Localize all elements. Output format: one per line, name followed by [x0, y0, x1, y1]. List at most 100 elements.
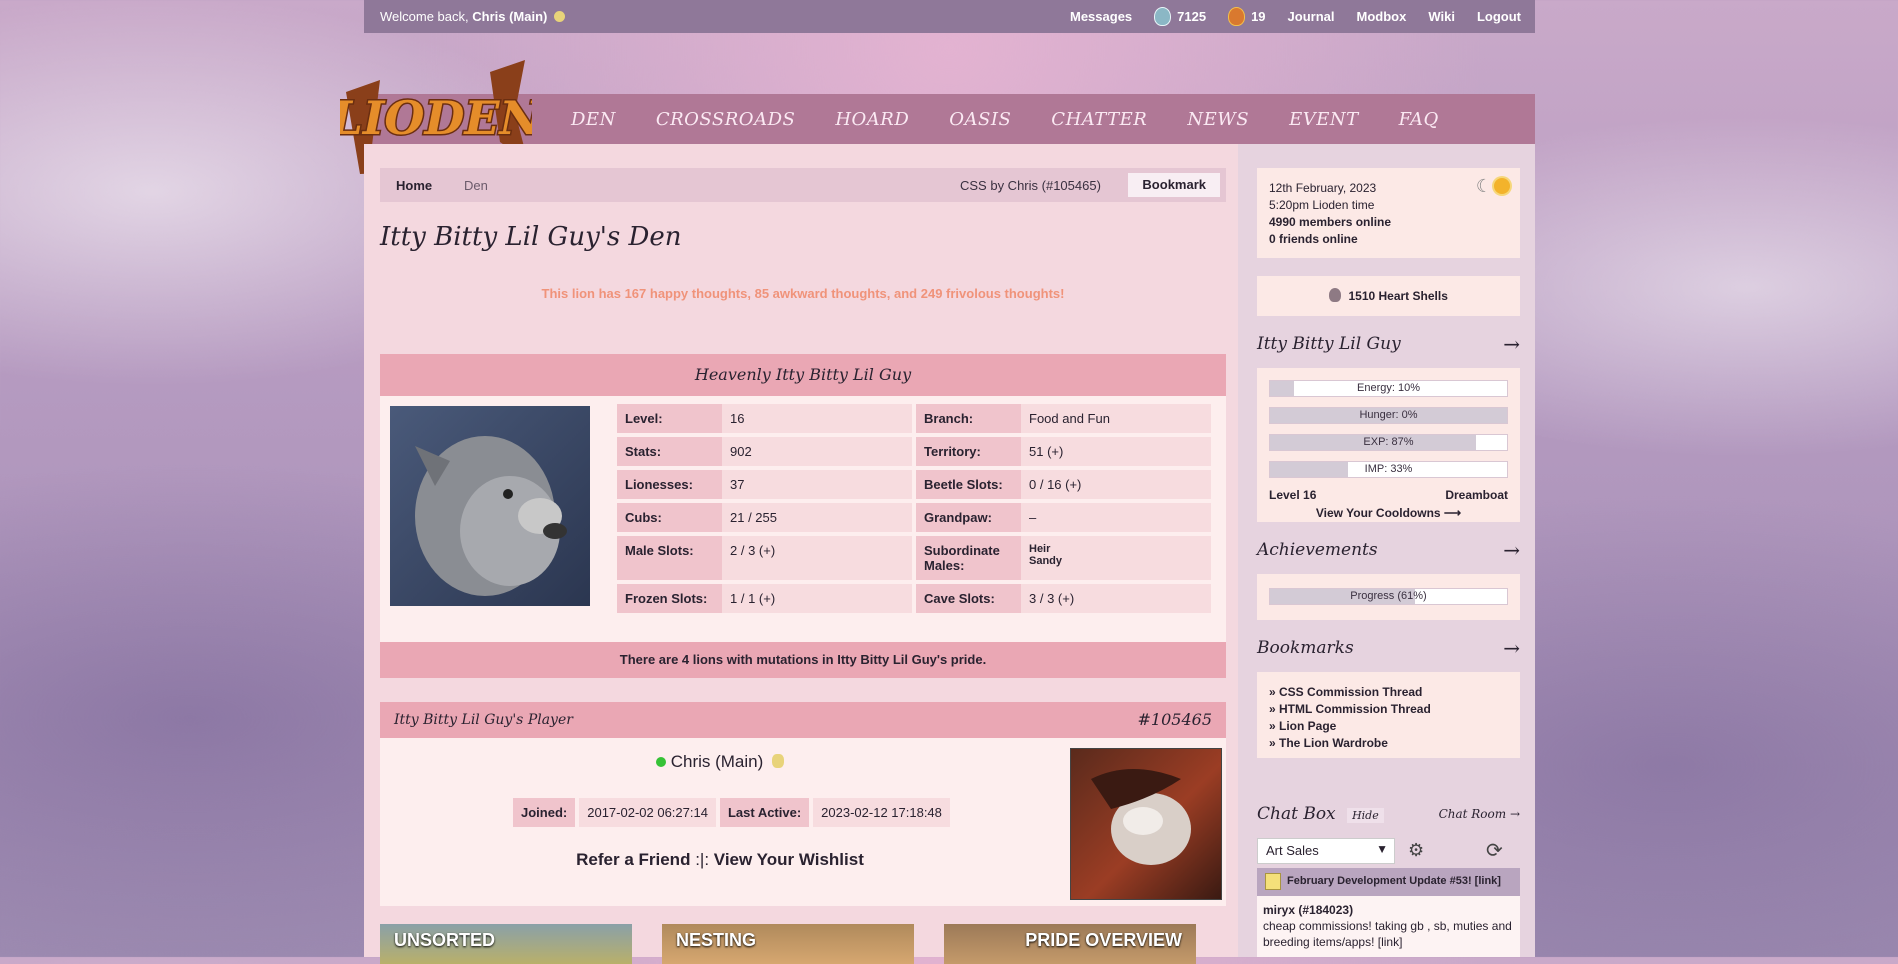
tile-nesting[interactable]: NESTING: [662, 924, 914, 964]
arrow-right-icon[interactable]: →: [1503, 636, 1520, 660]
stat-label: Lionesses:: [617, 470, 722, 499]
stat-cell: Cave Slots: 3 / 3 (+): [916, 584, 1211, 613]
stat-value[interactable]: 51 (+): [1021, 437, 1211, 466]
wiki-link[interactable]: Wiki: [1428, 9, 1455, 24]
beetles-counter[interactable]: 19: [1228, 7, 1266, 26]
mood-text: Dreamboat: [1445, 488, 1508, 502]
stat-value[interactable]: 2 / 3 (+): [722, 536, 912, 580]
breadcrumb-home[interactable]: Home: [396, 178, 432, 193]
stat-value[interactable]: 0 / 16 (+): [1021, 470, 1211, 499]
wishlist-link[interactable]: View Your Wishlist: [714, 850, 864, 869]
stat-label: Subordinate Males:: [916, 536, 1021, 580]
stat-label: Cubs:: [617, 503, 722, 532]
css-credit[interactable]: CSS by Chris (#105465): [960, 178, 1101, 193]
top-bar: Welcome back, Chris (Main) Messages 7125…: [364, 0, 1535, 33]
date-text: 12th February, 2023: [1269, 181, 1377, 195]
bookmark-button[interactable]: Bookmark: [1128, 173, 1220, 197]
status-bar-label: Energy: 10%: [1357, 382, 1420, 394]
player-avatar[interactable]: [1070, 748, 1222, 900]
achievements-header: Achievements →: [1257, 538, 1520, 562]
nav-hoard[interactable]: HOARD: [835, 109, 909, 130]
stat-row: Male Slots: 2 / 3 (+) Subordinate Males: He…: [617, 536, 1212, 580]
chat-message: miryx (#184023) cheap commissions! takin…: [1257, 896, 1520, 957]
arrow-right-icon[interactable]: →: [1503, 538, 1520, 562]
nav-event[interactable]: EVENT: [1289, 109, 1359, 130]
stat-label: Territory:: [916, 437, 1021, 466]
lion-status-bars: Energy: 10% Hunger: 0% EXP: 87% IMP: 33%: [1269, 380, 1508, 478]
lion-summary-header: Itty Bitty Lil Guy →: [1257, 332, 1520, 356]
journal-link[interactable]: Journal: [1288, 9, 1335, 24]
player-name[interactable]: Chris (Main): [671, 752, 764, 771]
lion-header: Heavenly Itty Bitty Lil Guy: [380, 354, 1226, 396]
logout-link[interactable]: Logout: [1477, 9, 1521, 24]
stat-label: Frozen Slots:: [617, 584, 722, 613]
bookmark-item[interactable]: » HTML Commission Thread: [1269, 701, 1508, 718]
stat-cell: Beetle Slots: 0 / 16 (+): [916, 470, 1211, 499]
stat-cell: Frozen Slots: 1 / 1 (+): [617, 584, 912, 613]
chevron-down-icon: ▼: [1376, 842, 1388, 856]
nav-faq[interactable]: FAQ: [1399, 109, 1439, 130]
lion-image[interactable]: [390, 406, 590, 606]
modbox-link[interactable]: Modbox: [1357, 9, 1407, 24]
tile-pride-overview[interactable]: PRIDE OVERVIEW: [944, 924, 1196, 964]
shells-counter[interactable]: 7125: [1154, 7, 1206, 26]
svg-text:LIODEN: LIODEN: [340, 91, 532, 145]
refresh-icon[interactable]: ⟳: [1486, 838, 1503, 863]
stat-label: Cave Slots:: [916, 584, 1021, 613]
friends-online[interactable]: 0 friends online: [1269, 231, 1508, 248]
player-box: Itty Bitty Lil Guy's Player #105465 Chri…: [380, 702, 1226, 906]
stat-cell: Branch: Food and Fun: [916, 404, 1211, 433]
rank-badge-icon: [772, 754, 785, 768]
player-id[interactable]: #105465: [1138, 710, 1212, 729]
stat-cell: Subordinate Males: Heir Sandy: [916, 536, 1211, 580]
status-bar-fill: [1270, 462, 1349, 477]
arrow-right-icon[interactable]: →: [1503, 332, 1520, 356]
stat-row: Level: 16 Branch: Food and Fun: [617, 404, 1212, 433]
thoughts-text: This lion has 167 happy thoughts, 85 awk…: [541, 286, 1065, 301]
status-bar-label: EXP: 87%: [1363, 436, 1414, 448]
welcome-message: Welcome back, Chris (Main): [380, 9, 566, 24]
stat-row: Lionesses: 37 Beetle Slots: 0 / 16 (+): [617, 470, 1212, 499]
last-active-value: 2023-02-12 17:18:48: [813, 798, 950, 827]
heart-shell-icon: [1329, 288, 1342, 302]
chat-announcement[interactable]: February Development Update #53! [link]: [1257, 868, 1520, 896]
nav-crossroads[interactable]: CROSSROADS: [656, 109, 796, 130]
breadcrumb: Home Den CSS by Chris (#105465) Bookmark: [380, 168, 1226, 202]
status-bar-label: IMP: 33%: [1364, 463, 1413, 475]
stat-value: 21 / 255: [722, 503, 912, 532]
bookmark-item[interactable]: » Lion Page: [1269, 718, 1508, 735]
joined-label: Joined:: [513, 798, 576, 827]
welcome-prefix: Welcome back,: [380, 9, 469, 24]
cooldowns-link[interactable]: View Your Cooldowns ⟶: [1269, 506, 1508, 520]
heart-shells-card[interactable]: 1510 Heart Shells: [1257, 276, 1520, 316]
gear-icon[interactable]: ⚙: [1408, 840, 1424, 861]
username-link[interactable]: Chris (Main): [472, 9, 547, 24]
members-online[interactable]: 4990 members online: [1269, 214, 1508, 231]
stat-cell: Cubs: 21 / 255: [617, 503, 912, 532]
breadcrumb-den[interactable]: Den: [464, 178, 488, 193]
bookmark-item[interactable]: » CSS Commission Thread: [1269, 684, 1508, 701]
messages-link[interactable]: Messages: [1070, 9, 1132, 24]
stat-value[interactable]: 3 / 3 (+): [1021, 584, 1211, 613]
stat-row: Stats: 902 Territory: 51 (+): [617, 437, 1212, 466]
tile-unsorted[interactable]: UNSORTED: [380, 924, 632, 964]
chat-user[interactable]: miryx (#184023): [1263, 902, 1514, 918]
lion-info-box: Heavenly Itty Bitty Lil Guy Level: 16 Bran…: [380, 354, 1226, 678]
status-bar: Energy: 10%: [1269, 380, 1508, 397]
stat-cell: Lionesses: 37: [617, 470, 912, 499]
last-active-label: Last Active:: [719, 798, 810, 827]
joined-value: 2017-02-02 06:27:14: [579, 798, 716, 827]
hide-chat-button[interactable]: Hide: [1347, 808, 1384, 823]
sidebar: 12th February, 2023 5:20pm Lioden time 4…: [1238, 144, 1535, 957]
refer-friend-link[interactable]: Refer a Friend: [576, 850, 690, 869]
stat-cell: Territory: 51 (+): [916, 437, 1211, 466]
stat-cell: Level: 16: [617, 404, 912, 433]
chat-room-link[interactable]: Chat Room →: [1439, 807, 1520, 821]
nav-news[interactable]: NEWS: [1187, 109, 1249, 130]
chat-room-select[interactable]: Art Sales ▼: [1257, 838, 1395, 864]
bookmark-item[interactable]: » The Lion Wardrobe: [1269, 735, 1508, 752]
stat-value[interactable]: 1 / 1 (+): [722, 584, 912, 613]
nav-den[interactable]: DEN: [571, 109, 616, 130]
nav-oasis[interactable]: OASIS: [949, 109, 1011, 130]
nav-chatter[interactable]: CHATTER: [1051, 109, 1147, 130]
